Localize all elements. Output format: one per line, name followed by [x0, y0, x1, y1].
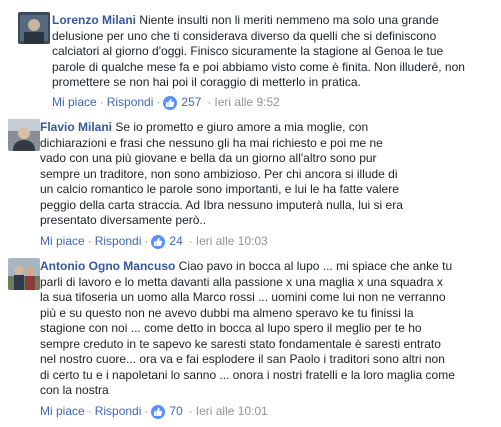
- comment-actions: Mi piace · Rispondi · 24 · Ieri alle 10:…: [40, 234, 268, 249]
- avatar[interactable]: [18, 12, 50, 44]
- reaction-count[interactable]: 257: [181, 95, 201, 110]
- author-name[interactable]: Flavio Milani: [40, 120, 112, 134]
- timestamp[interactable]: Ieri alle 9:52: [214, 95, 279, 110]
- like-icon[interactable]: [151, 404, 166, 419]
- author-name[interactable]: Lorenzo Milani: [52, 13, 136, 27]
- like-icon[interactable]: [163, 95, 178, 110]
- reply-button[interactable]: Rispondi: [95, 404, 142, 419]
- separator: ·: [207, 95, 212, 109]
- separator: ·: [188, 234, 193, 248]
- comment-lorenzo-milani: Lorenzo Milani Niente insulti non li mer…: [0, 0, 501, 110]
- comment-actions: Mi piace · Rispondi · 257 · Ieri alle 9:…: [52, 95, 280, 110]
- like-button[interactable]: Mi piace: [40, 234, 85, 249]
- avatar[interactable]: [8, 119, 40, 151]
- like-button[interactable]: Mi piace: [40, 404, 85, 419]
- timestamp[interactable]: Ieri alle 10:01: [196, 404, 268, 419]
- separator: ·: [87, 404, 92, 418]
- like-icon[interactable]: [151, 234, 166, 249]
- separator: ·: [144, 234, 149, 248]
- timestamp[interactable]: Ieri alle 10:03: [196, 234, 268, 249]
- reply-button[interactable]: Rispondi: [107, 95, 154, 110]
- reply-button[interactable]: Rispondi: [95, 234, 142, 249]
- separator: ·: [87, 234, 92, 248]
- comment-text: Lorenzo Milani Niente insulti non li mer…: [52, 13, 465, 89]
- comment-actions: Mi piace · Rispondi · 70 · Ieri alle 10:…: [40, 404, 268, 419]
- reaction-count[interactable]: 70: [169, 404, 182, 419]
- like-button[interactable]: Mi piace: [52, 95, 97, 110]
- comment-flavio-milani: Flavio Milani Se io prometto e giuro amo…: [0, 110, 501, 250]
- separator: ·: [99, 95, 104, 109]
- reaction-count[interactable]: 24: [169, 234, 182, 249]
- author-name[interactable]: Antonio Ogno Mancuso: [40, 259, 175, 273]
- separator: ·: [144, 404, 149, 418]
- separator: ·: [188, 404, 193, 418]
- comment-text: Antonio Ogno Mancuso Ciao pavo in bocca …: [40, 259, 455, 397]
- avatar[interactable]: [8, 258, 40, 290]
- comment-antonio-ogno-mancuso: Antonio Ogno Mancuso Ciao pavo in bocca …: [0, 250, 501, 427]
- comment-text: Flavio Milani Se io prometto e giuro amo…: [40, 120, 403, 227]
- separator: ·: [156, 95, 161, 109]
